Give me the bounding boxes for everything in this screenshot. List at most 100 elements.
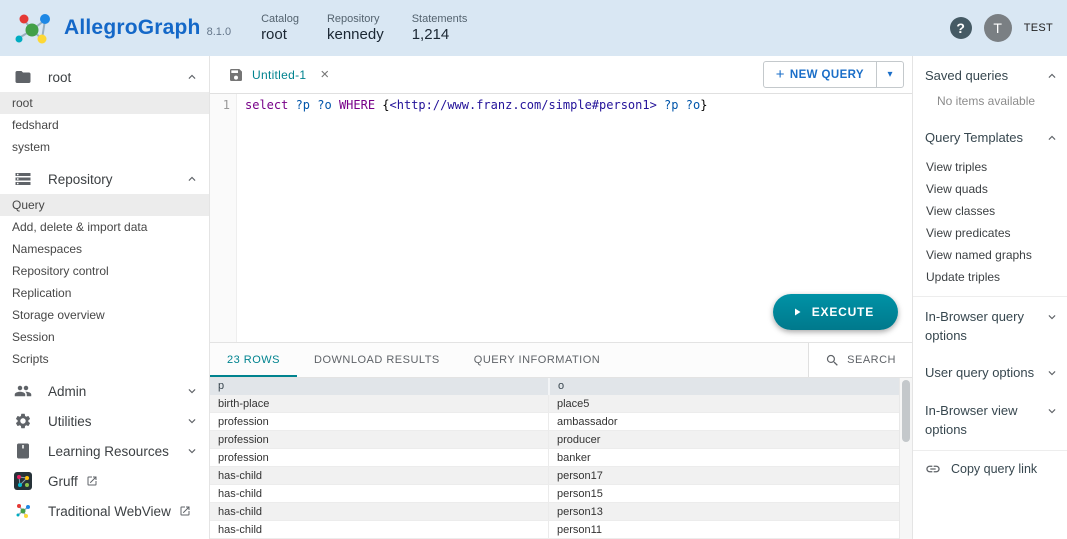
- line-number: 1: [223, 98, 230, 112]
- chevron-up-icon[interactable]: [1045, 131, 1059, 145]
- chevron-down-icon[interactable]: [185, 444, 199, 458]
- in-browser-view-options-header[interactable]: In-Browser view options: [913, 391, 1067, 448]
- left-sidebar: root root fedshard system Repository Que…: [0, 56, 210, 539]
- sidebar-item-fedshard[interactable]: fedshard: [0, 114, 209, 136]
- sidebar-item-session[interactable]: Session: [0, 326, 209, 348]
- sidebar-item-repository-control[interactable]: Repository control: [0, 260, 209, 282]
- new-query-dropdown-caret[interactable]: ▾: [877, 62, 903, 87]
- sidebar-link-gruff[interactable]: Gruff: [0, 466, 209, 496]
- user-query-options-header[interactable]: User query options: [913, 353, 1067, 391]
- admin-section-label: Admin: [48, 384, 86, 399]
- chevron-down-icon[interactable]: [185, 384, 199, 398]
- statements-label: Statements: [412, 13, 468, 25]
- sidebar-item-query[interactable]: Query: [0, 194, 209, 216]
- chevron-up-icon[interactable]: [185, 172, 199, 186]
- app-logo: AllegroGraph 8.1.0: [0, 8, 231, 48]
- cell-o: person15: [548, 485, 912, 502]
- help-icon[interactable]: ?: [950, 17, 972, 39]
- repository-stat: Repository kennedy: [327, 13, 384, 43]
- traditional-webview-label: Traditional WebView: [48, 504, 171, 519]
- external-link-icon: [179, 505, 191, 517]
- table-scrollbar[interactable]: [899, 378, 912, 539]
- statements-stat: Statements 1,214: [412, 13, 468, 43]
- in-browser-query-options-header[interactable]: In-Browser query options: [913, 297, 1067, 354]
- sidebar-item-namespaces[interactable]: Namespaces: [0, 238, 209, 260]
- chevron-down-icon[interactable]: [185, 414, 199, 428]
- sidebar-section-catalog[interactable]: root: [0, 62, 209, 92]
- sidebar-section-utilities[interactable]: Utilities: [0, 406, 209, 436]
- save-icon[interactable]: [228, 67, 244, 83]
- learning-resources-label: Learning Resources: [48, 444, 169, 459]
- tab-query-information[interactable]: QUERY INFORMATION: [457, 343, 617, 377]
- sidebar-link-traditional-webview[interactable]: Traditional WebView: [0, 496, 209, 526]
- sidebar-item-add-delete-import[interactable]: Add, delete & import data: [0, 216, 209, 238]
- results-tab-bar: 23 ROWS DOWNLOAD RESULTS QUERY INFORMATI…: [210, 342, 912, 378]
- tab-download-results[interactable]: DOWNLOAD RESULTS: [297, 343, 457, 377]
- username[interactable]: TEST: [1024, 22, 1053, 34]
- template-view-predicates[interactable]: View predicates: [913, 222, 1067, 244]
- search-button[interactable]: SEARCH: [808, 343, 912, 377]
- tab-title[interactable]: Untitled-1: [252, 68, 306, 82]
- new-query-button[interactable]: + NEW QUERY: [764, 62, 876, 87]
- main-content: Untitled-1 × + NEW QUERY ▾ 1 select ?p ?…: [210, 56, 912, 539]
- sidebar-section-repository[interactable]: Repository: [0, 164, 209, 194]
- template-view-quads[interactable]: View quads: [913, 178, 1067, 200]
- catalog-value[interactable]: root: [261, 26, 299, 43]
- book-icon: [14, 442, 34, 460]
- gear-icon: [14, 412, 34, 430]
- tab-rows[interactable]: 23 ROWS: [210, 343, 297, 377]
- repository-value[interactable]: kennedy: [327, 26, 384, 43]
- template-view-classes[interactable]: View classes: [913, 200, 1067, 222]
- search-label: SEARCH: [847, 354, 896, 366]
- header-stats: Catalog root Repository kennedy Statemen…: [261, 13, 467, 43]
- chevron-down-icon[interactable]: [1045, 404, 1059, 418]
- copy-query-link-label: Copy query link: [951, 462, 1037, 476]
- template-view-named-graphs[interactable]: View named graphs: [913, 244, 1067, 266]
- code-brace-close: }: [700, 98, 707, 112]
- right-panel: Saved queries No items available Query T…: [912, 56, 1067, 539]
- table-row: has-child person17: [210, 467, 912, 485]
- sidebar-section-admin[interactable]: Admin: [0, 376, 209, 406]
- tab-untitled-1[interactable]: Untitled-1 ×: [210, 56, 341, 93]
- gruff-icon: [14, 472, 34, 490]
- sidebar-item-root[interactable]: root: [0, 92, 209, 114]
- saved-queries-header[interactable]: Saved queries: [913, 56, 1067, 94]
- cell-o: banker: [548, 449, 912, 466]
- table-row: has-child person15: [210, 485, 912, 503]
- template-update-triples[interactable]: Update triples: [913, 266, 1067, 288]
- catalog-label: Catalog: [261, 13, 299, 25]
- cell-p: profession: [210, 452, 548, 464]
- line-number-gutter: 1: [210, 94, 237, 342]
- sidebar-item-storage-overview[interactable]: Storage overview: [0, 304, 209, 326]
- copy-query-link-button[interactable]: Copy query link: [913, 450, 1067, 487]
- query-templates-header[interactable]: Query Templates: [913, 118, 1067, 156]
- table-row: has-child person13: [210, 503, 912, 521]
- column-header-p[interactable]: p: [210, 378, 548, 395]
- new-query-label: NEW QUERY: [790, 69, 864, 81]
- cell-o: person17: [548, 467, 912, 484]
- chevron-up-icon[interactable]: [1045, 69, 1059, 83]
- sidebar-item-replication[interactable]: Replication: [0, 282, 209, 304]
- user-avatar[interactable]: T: [984, 14, 1012, 42]
- sidebar-section-learning-resources[interactable]: Learning Resources: [0, 436, 209, 466]
- catalog-section-label: root: [48, 70, 71, 85]
- header-right: ? T TEST: [950, 14, 1067, 42]
- scrollbar-thumb[interactable]: [902, 380, 910, 442]
- sparql-editor[interactable]: 1 select ?p ?o WHERE {<http://www.franz.…: [210, 94, 912, 342]
- sidebar-item-system[interactable]: system: [0, 136, 209, 158]
- close-icon[interactable]: ×: [320, 67, 329, 82]
- execute-button[interactable]: EXECUTE: [773, 294, 898, 330]
- template-view-triples[interactable]: View triples: [913, 156, 1067, 178]
- execute-label: EXECUTE: [812, 305, 874, 319]
- sidebar-item-scripts[interactable]: Scripts: [0, 348, 209, 370]
- webview-molecule-icon: [14, 502, 34, 520]
- chevron-up-icon[interactable]: [185, 70, 199, 84]
- chevron-down-icon[interactable]: [1045, 310, 1059, 324]
- repository-section-label: Repository: [48, 172, 113, 187]
- chevron-down-icon[interactable]: [1045, 366, 1059, 380]
- search-icon: [825, 353, 840, 368]
- column-header-o[interactable]: o: [548, 378, 912, 395]
- app-name: AllegroGraph: [64, 16, 201, 40]
- gruff-label: Gruff: [48, 474, 78, 489]
- in-browser-query-options-label: In-Browser query options: [925, 308, 1035, 346]
